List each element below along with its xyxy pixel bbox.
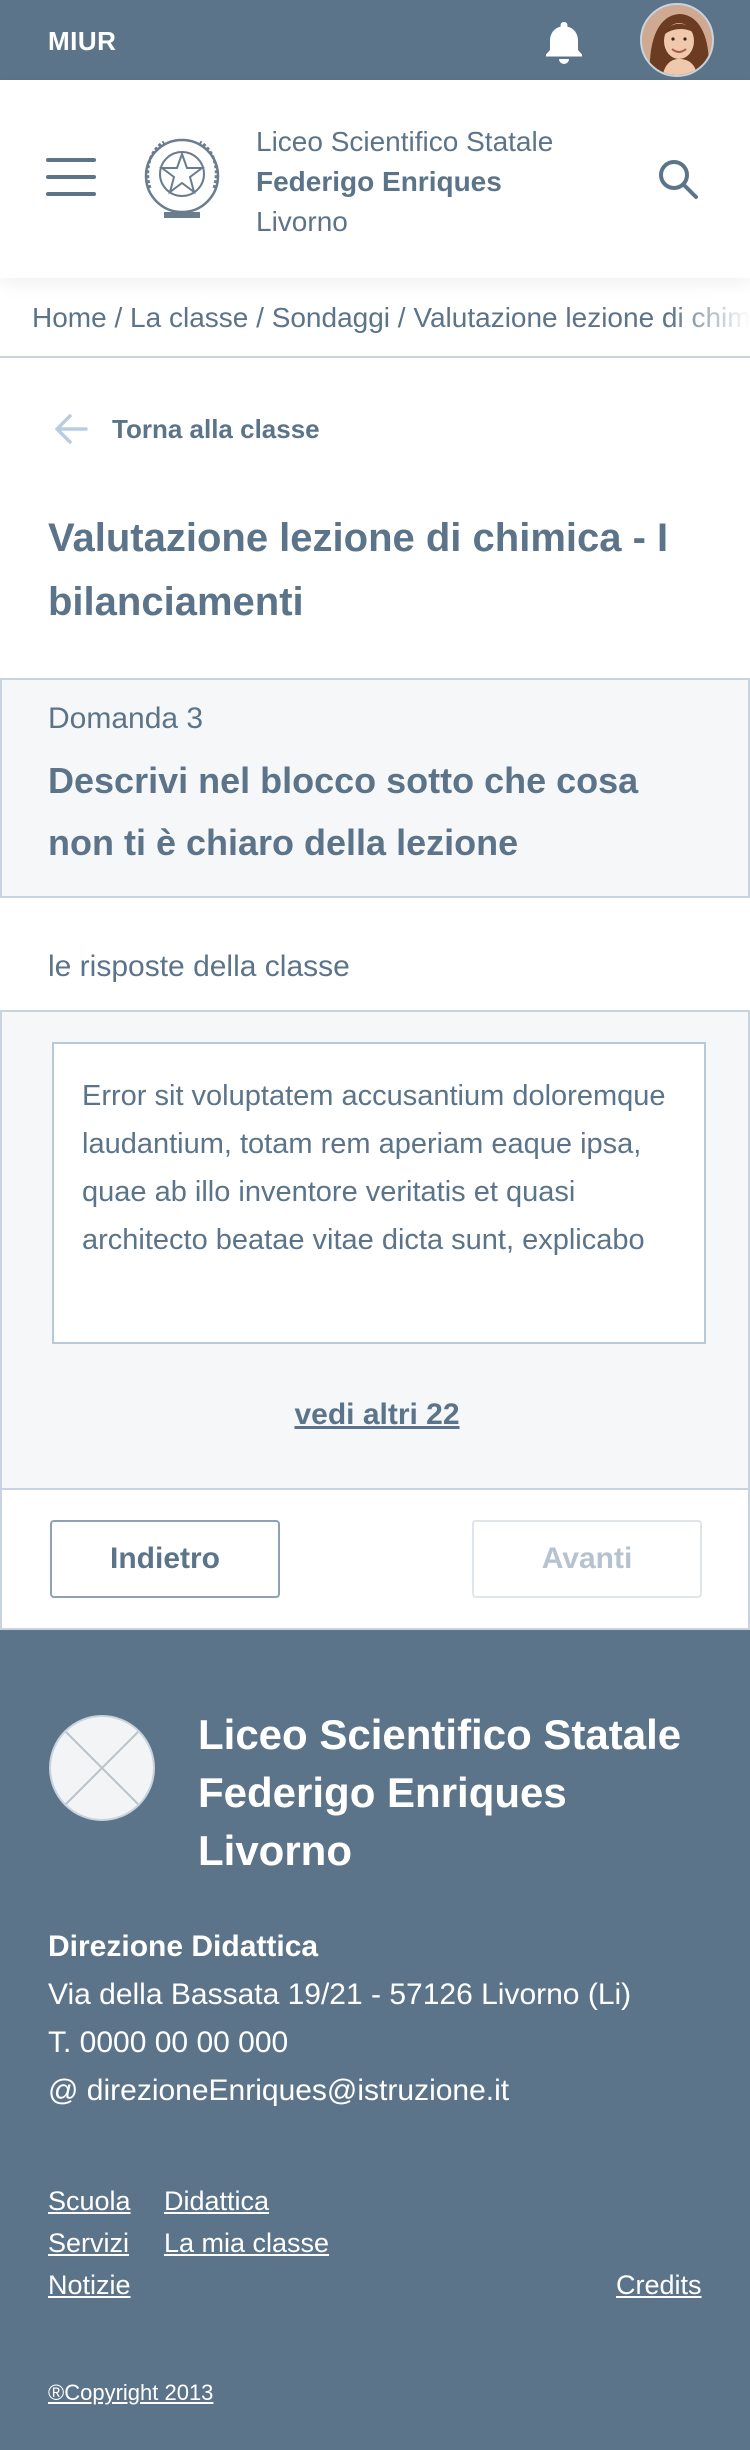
school-name-line1: Liceo Scientifico Statale (256, 126, 554, 157)
footer-direction-title: Direzione Didattica (48, 1930, 319, 1963)
footer-email[interactable]: @ direzioneEnriques@istruzione.it (48, 2074, 509, 2108)
back-button[interactable]: Indietro (50, 1520, 280, 1598)
question-text: Descrivi nel blocco sotto che cosa non t… (48, 760, 639, 863)
see-more-answers-link[interactable]: vedi altri 22 (2, 1398, 750, 1432)
footer-address: Via della Bassata 19/21 - 57126 Livorno … (48, 1978, 632, 2011)
italian-republic-emblem-icon (144, 138, 220, 218)
breadcrumb-fade (670, 292, 750, 356)
breadcrumb-separator: / (248, 302, 272, 333)
user-avatar[interactable] (640, 3, 714, 77)
footer-link-didattica[interactable]: Didattica (164, 2186, 269, 2217)
breadcrumb-separator: / (390, 302, 414, 333)
hamburger-menu-icon[interactable] (46, 158, 96, 196)
question-number: Domanda 3 (48, 702, 204, 735)
footer-link-servizi[interactable]: Servizi (48, 2228, 129, 2259)
footer-link-la-mia-classe[interactable]: La mia classe (164, 2228, 329, 2259)
footer-phone: T. 0000 00 00 000 (48, 2026, 289, 2059)
bell-icon[interactable] (540, 18, 588, 66)
breadcrumb-separator: / (106, 302, 131, 333)
school-name-line2: Federigo Enriques (256, 166, 502, 197)
footer-link-notizie[interactable]: Notizie (48, 2270, 131, 2301)
breadcrumb: Home / La classe / Sondaggi / Valutazion… (0, 292, 750, 358)
search-icon[interactable] (655, 156, 701, 202)
breadcrumb-sondaggi[interactable]: Sondaggi (272, 302, 390, 333)
answers-label: le risposte della classe (48, 950, 350, 983)
question-box: Domanda 3 Descrivi nel blocco sotto che … (0, 678, 750, 898)
breadcrumb-la-classe[interactable]: La classe (130, 302, 248, 333)
top-bar: MIUR (0, 0, 750, 80)
answers-panel: Error sit voluptatem accusantium dolorem… (0, 1010, 750, 1490)
footer-link-credits[interactable]: Credits (616, 2270, 702, 2301)
site-header: Liceo Scientifico Statale Federigo Enriq… (0, 80, 750, 278)
answer-card: Error sit voluptatem accusantium dolorem… (52, 1042, 706, 1344)
footer-school-name: Liceo Scientifico Statale Federigo Enriq… (198, 1711, 682, 1874)
page-title: Valutazione lezione di chimica - I bilan… (48, 516, 669, 624)
answer-text: Error sit voluptatem accusantium dolorem… (82, 1080, 666, 1256)
back-to-class-link[interactable]: Torna alla classe (52, 408, 320, 450)
footer-link-scuola[interactable]: Scuola (48, 2186, 131, 2217)
site-footer: Liceo Scientifico Statale Federigo Enriq… (0, 1630, 750, 2450)
arrow-left-icon (55, 414, 88, 444)
brand-label[interactable]: MIUR (48, 26, 116, 57)
school-name-line3: Livorno (256, 206, 348, 237)
next-button[interactable]: Avanti (472, 1520, 702, 1598)
back-link-label: Torna alla classe (112, 413, 320, 444)
question-navigation: Indietro Avanti (0, 1490, 750, 1630)
breadcrumb-home[interactable]: Home (32, 302, 107, 333)
footer-copyright-link[interactable]: ®Copyright 2013 (48, 2380, 213, 2406)
school-logo-placeholder-icon (49, 1715, 155, 1821)
